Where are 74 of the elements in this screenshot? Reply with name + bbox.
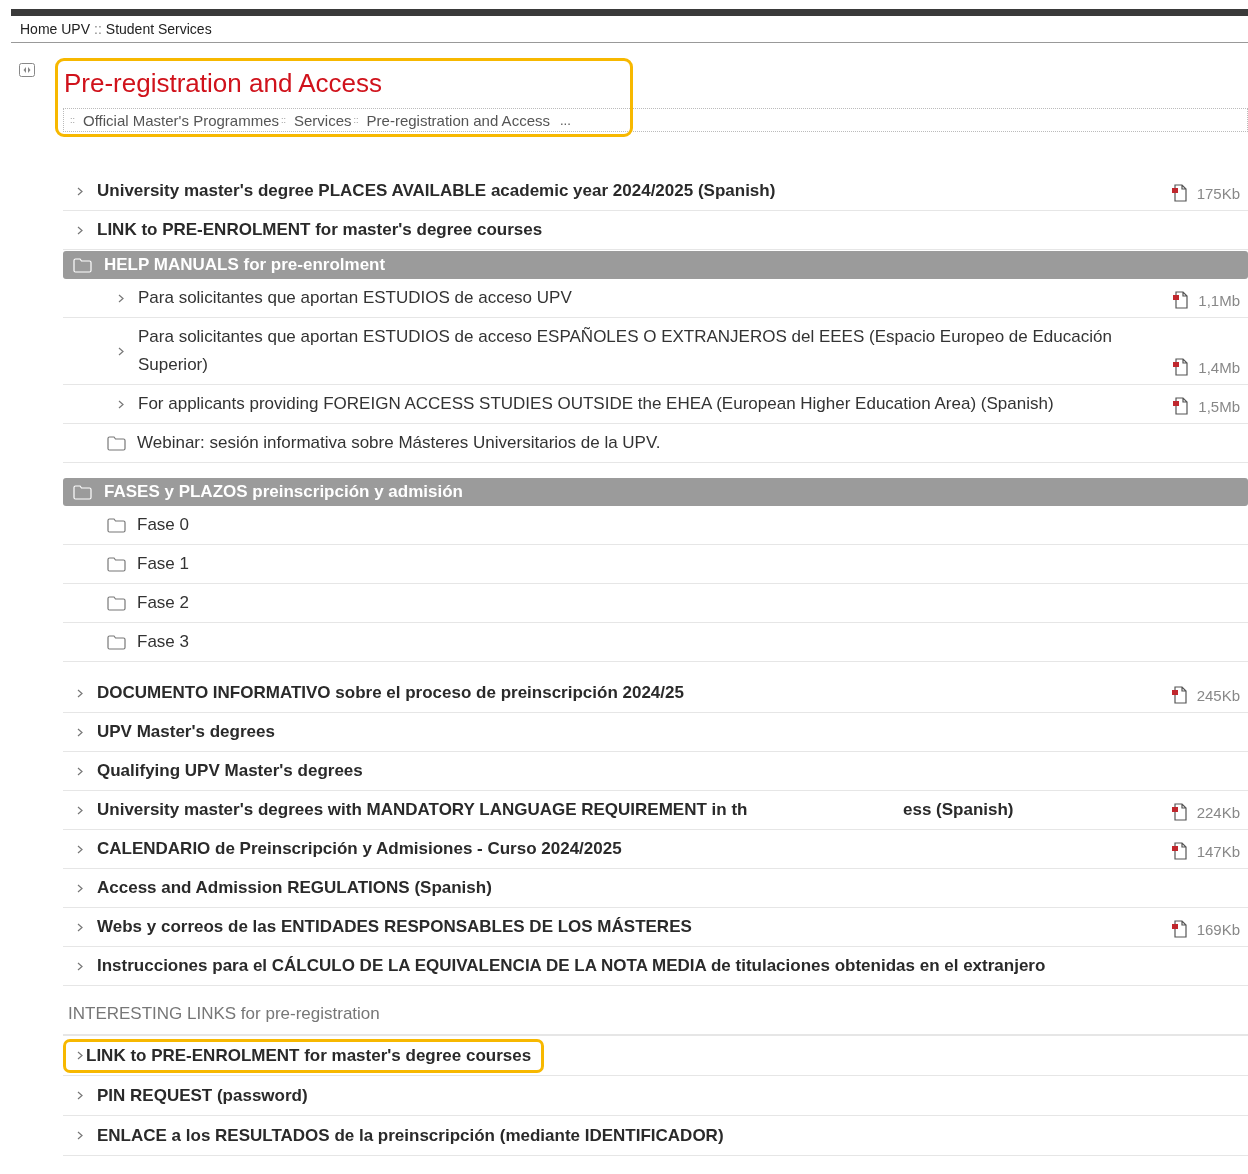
collapse-toggle-icon[interactable] — [19, 63, 35, 77]
folder-icon — [107, 634, 126, 650]
folder-link[interactable]: Webinar: sesión informativa sobre Másteres Universitarios de la UPV. — [137, 424, 1248, 462]
document-link[interactable]: University master's degree PLACES AVAILABLE academic year 2024/2025 (Spanish) — [97, 177, 1161, 205]
path-separator: :: — [281, 115, 286, 125]
document-link[interactable]: UPV Master's degrees — [97, 718, 1248, 746]
breadcrumb-link[interactable]: Home UPV — [20, 21, 91, 37]
breadcrumb-separator: :: — [94, 21, 102, 37]
link[interactable]: ENLACE a los RESULTADOS de la preinscripción (mediante IDENTIFICADOR) — [97, 1125, 724, 1146]
chevron-icon — [118, 293, 124, 303]
chevron-icon — [77, 688, 83, 698]
file-size: 1,1Mb — [1198, 291, 1240, 309]
path-separator: :: — [353, 115, 359, 125]
section-heading: INTERESTING LINKS for pre-registration — [63, 1004, 1248, 1036]
chevron-icon — [77, 961, 83, 971]
chevron-icon — [77, 922, 83, 932]
file-size: 175Kb — [1196, 184, 1240, 202]
document-link[interactable]: Access and Admission REGULATIONS (Spanish) — [97, 874, 1248, 902]
chevron-icon — [77, 766, 83, 776]
page-title: Pre-registration and Access — [64, 68, 383, 100]
pdf-file-icon — [1172, 397, 1190, 415]
folder-icon — [107, 435, 126, 451]
document-link[interactable]: CALENDARIO de Preinscripción y Admisiones - Curso 2024/2025 — [97, 835, 1161, 863]
file-size: 224Kb — [1196, 803, 1240, 821]
chevron-icon — [118, 346, 124, 356]
folder-link[interactable]: Fase 0 — [137, 506, 1248, 544]
document-link[interactable]: Webs y correos de las ENTIDADES RESPONSABLES DE LOS MÁSTERES — [97, 913, 1161, 941]
file-size: 245Kb — [1196, 686, 1240, 704]
document-link[interactable]: DOCUMENTO INFORMATIVO sobre el proceso de preinscripción 2024/25 — [97, 679, 1161, 707]
folder-icon — [107, 517, 126, 533]
folder-link[interactable]: Fase 2 — [137, 584, 1248, 622]
folder-icon — [73, 484, 92, 500]
link[interactable]: PIN REQUEST (password) — [97, 1085, 308, 1106]
folder-link[interactable]: Fase 3 — [137, 623, 1248, 661]
pdf-file-icon — [1170, 803, 1188, 821]
document-link[interactable]: For applicants providing FOREIGN ACCESS STUDIES OUTSIDE the EHEA (European Higher Education Area) (Spanish) — [138, 390, 1163, 418]
folder-link[interactable]: Fase 1 — [137, 545, 1248, 583]
chevron-icon — [77, 225, 83, 235]
chevron-icon — [77, 1051, 83, 1060]
path-link[interactable]: Official Master's Programmes — [83, 111, 279, 129]
chevron-icon — [77, 844, 83, 854]
chevron-icon — [118, 399, 124, 409]
pdf-file-icon — [1170, 686, 1188, 704]
pdf-file-icon — [1172, 358, 1190, 376]
path-link[interactable]: Services — [294, 111, 352, 129]
chevron-icon — [77, 1091, 83, 1100]
path-link[interactable]: Pre-registration and Access — [366, 111, 550, 129]
file-size: 1,5Mb — [1198, 397, 1240, 415]
document-link[interactable]: University master's degrees with MANDATORY LANGUAGE REQUIREMENT in th — [97, 796, 903, 824]
pdf-file-icon — [1170, 842, 1188, 860]
chevron-icon — [77, 883, 83, 893]
document-link[interactable]: Qualifying UPV Master's degrees — [97, 757, 1248, 785]
breadcrumb-link[interactable]: Student Services — [105, 21, 212, 37]
link[interactable]: LINK to PRE-ENROLMENT for master's degree courses — [63, 1038, 545, 1073]
chevron-icon — [77, 727, 83, 737]
pdf-file-icon — [1170, 920, 1188, 938]
file-size: 147Kb — [1196, 842, 1240, 860]
chevron-icon — [77, 1131, 83, 1140]
pdf-file-icon — [1170, 184, 1188, 202]
document-link[interactable]: LINK to PRE-ENROLMENT for master's degree courses — [97, 216, 1248, 244]
file-size: 1,4Mb — [1198, 358, 1240, 376]
folder-icon — [107, 595, 126, 611]
path-separator: :: — [70, 115, 75, 125]
chevron-icon — [77, 186, 83, 196]
chevron-icon — [77, 805, 83, 815]
path-more: ... — [559, 112, 571, 128]
link-text-fragment: ess (Spanish) — [903, 799, 1014, 821]
file-size: 169Kb — [1196, 920, 1240, 938]
document-link[interactable]: Para solicitantes que aportan ESTUDIOS de acceso UPV — [138, 284, 1163, 312]
folder-icon — [73, 257, 92, 273]
document-link[interactable]: Instrucciones para el CÁLCULO DE LA EQUIVALENCIA DE LA NOTA MEDIA de titulaciones obtenidas en el extranjero — [97, 952, 1248, 980]
pdf-file-icon — [1172, 291, 1190, 309]
folder-icon — [107, 556, 126, 572]
document-link[interactable]: Para solicitantes que aportan ESTUDIOS de acceso ESPAÑOLES O EXTRANJEROS del EEES (Espacio Europeo de Educación Superior) — [138, 323, 1163, 379]
